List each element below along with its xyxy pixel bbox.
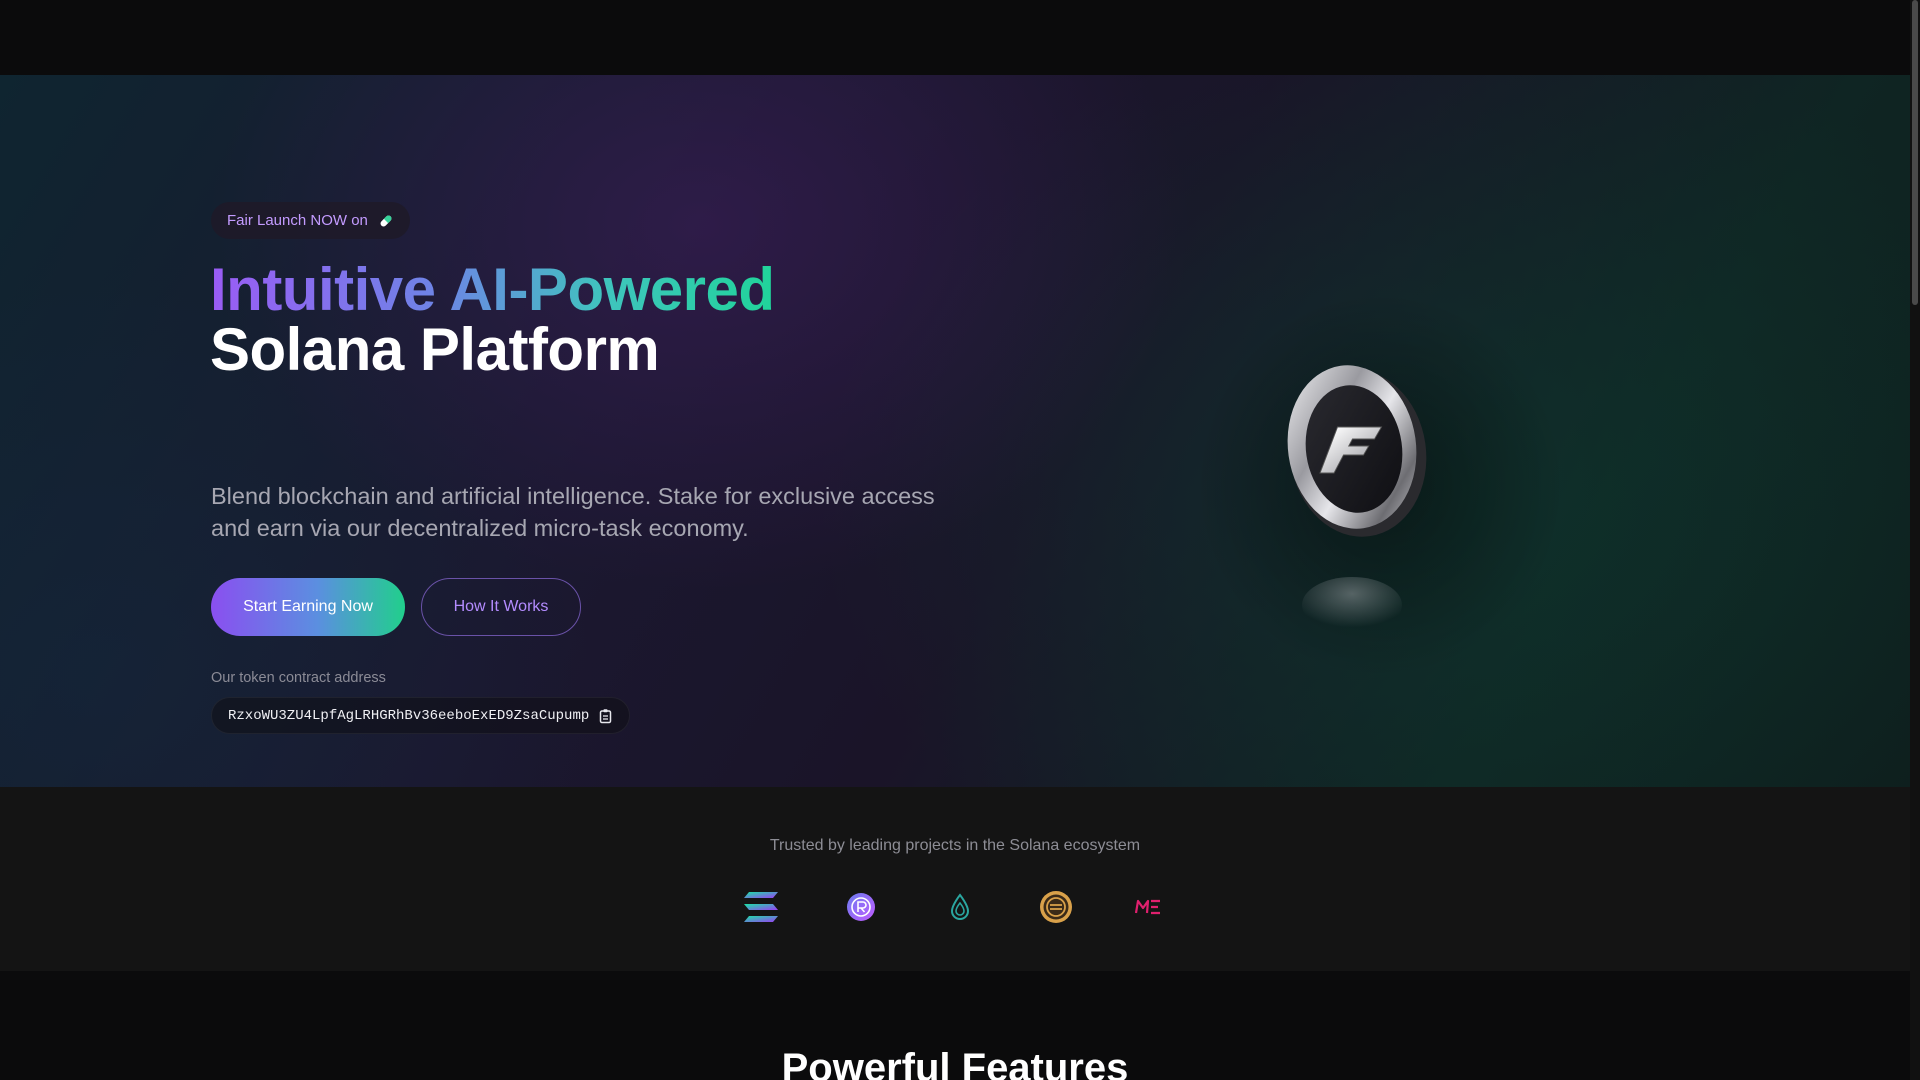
fair-launch-text: Fair Launch NOW on	[227, 212, 368, 229]
start-earning-button[interactable]: Start Earning Now	[211, 578, 405, 636]
partner-logos	[740, 889, 1170, 925]
top-navbar	[0, 0, 1910, 75]
raydium-logo-icon[interactable]	[846, 889, 876, 925]
contract-address: RzxoWU3ZU4LpfAgLRHGRhBv36eeboExED9ZsaCup…	[228, 707, 590, 724]
coin-logo-icon[interactable]	[1039, 889, 1073, 925]
brand-coin-logo	[1180, 275, 1580, 695]
trusted-text: Trusted by leading projects in the Solan…	[769, 837, 1141, 854]
contract-label: Our token contract address	[211, 670, 386, 686]
fair-launch-badge[interactable]: Fair Launch NOW on	[211, 202, 410, 239]
pill-icon	[378, 213, 394, 229]
hero-section: Fair Launch NOW on Intuitive AI-Powered …	[0, 75, 1910, 787]
hero-headline: Intuitive AI-Powered Solana Platform	[210, 260, 775, 380]
page-scrollbar[interactable]	[1910, 0, 1920, 1080]
solana-logo-icon[interactable]	[742, 889, 780, 925]
how-it-works-button[interactable]: How It Works	[421, 578, 581, 636]
headline-white-line: Solana Platform	[210, 316, 660, 383]
copy-icon[interactable]	[599, 708, 613, 724]
trusted-section: Trusted by leading projects in the Solan…	[0, 787, 1910, 971]
contract-address-box[interactable]: RzxoWU3ZU4LpfAgLRHGRhBv36eeboExED9ZsaCup…	[211, 697, 631, 734]
magic-eden-logo-icon[interactable]	[1135, 889, 1161, 925]
features-title: Powerful Features	[781, 1046, 1129, 1080]
drift-logo-icon[interactable]	[948, 889, 972, 925]
headline-gradient-line: Intuitive AI-Powered	[210, 256, 775, 323]
scrollbar-thumb[interactable]	[1912, 0, 1918, 305]
hero-subtitle: Blend blockchain and artificial intellig…	[211, 483, 935, 541]
features-section: Powerful Features	[0, 971, 1910, 1080]
